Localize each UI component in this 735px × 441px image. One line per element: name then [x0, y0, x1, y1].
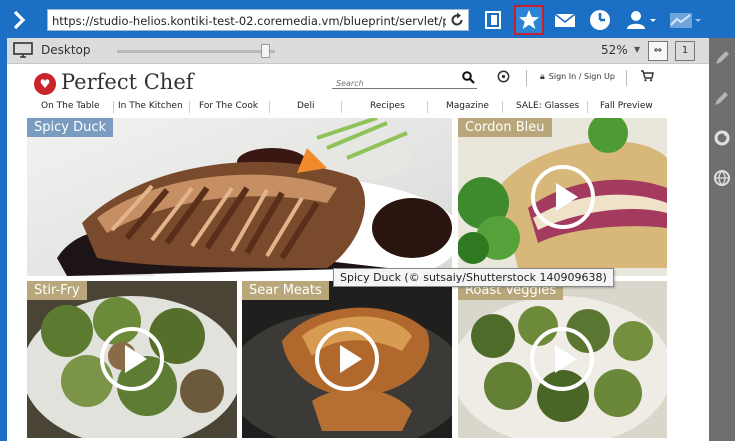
teaser-roast-veggies[interactable]: Roast Veggies: [458, 281, 667, 438]
header-divider: [626, 70, 627, 86]
mail-icon[interactable]: [550, 5, 580, 35]
chevron-down-icon[interactable]: ▼: [634, 45, 640, 54]
chevron-right-icon[interactable]: [8, 9, 30, 31]
chef-logo-icon: ♥: [34, 73, 56, 95]
right-panel-header: [709, 0, 735, 38]
nav-divider: [502, 101, 503, 113]
nav-divider: [427, 101, 428, 113]
lock-icon: 🔒︎: [540, 72, 545, 82]
site-preview: ♥ Perfect Chef 🔒︎Sign In / Sign Up On Th…: [7, 64, 709, 441]
fit-width-icon[interactable]: ⇔: [648, 41, 668, 61]
zoom-level[interactable]: 52%: [601, 43, 628, 57]
nav-item-on-the-table[interactable]: On The Table: [41, 101, 100, 111]
play-icon[interactable]: [100, 327, 164, 391]
nav-item-magazine[interactable]: Magazine: [446, 101, 489, 111]
header-divider: [526, 70, 527, 86]
page-icon[interactable]: [478, 5, 508, 35]
search-icon[interactable]: [462, 71, 475, 87]
nav-divider: [341, 101, 342, 113]
play-icon[interactable]: [530, 327, 594, 391]
tile-label-spicy-duck: Spicy Duck: [27, 118, 114, 137]
device-label[interactable]: Desktop: [41, 43, 91, 57]
site-search[interactable]: [332, 71, 477, 92]
nav-item-in-the-kitchen[interactable]: In The Kitchen: [118, 101, 183, 111]
app-window: Desktop 52% ▼ ⇔ 1 ♥ Perfect Chef 🔒︎Sign …: [0, 0, 735, 441]
zoom-slider[interactable]: [117, 50, 275, 53]
sync-icon[interactable]: [712, 128, 732, 148]
search-input[interactable]: [332, 75, 457, 92]
actual-size-icon[interactable]: 1: [675, 41, 695, 61]
url-bar[interactable]: [47, 9, 469, 31]
nav-divider: [113, 101, 114, 113]
nav-item-deli[interactable]: Deli: [297, 101, 314, 111]
nav-item-for-the-cook[interactable]: For The Cook: [199, 101, 258, 111]
star-icon[interactable]: [514, 5, 544, 35]
globe-settings-icon[interactable]: [712, 168, 732, 188]
category-nav: On The Table In The Kitchen For The Cook…: [34, 98, 666, 116]
pen-icon[interactable]: [712, 88, 732, 108]
spicy-duck-image: [27, 118, 452, 276]
teaser-stir-fry[interactable]: Stir-Fry: [27, 281, 237, 438]
signin-label: Sign In / Sign Up: [548, 72, 615, 81]
teaser-cordon-bleu[interactable]: Cordon Bleu: [458, 118, 667, 276]
url-input[interactable]: [48, 11, 446, 31]
nav-item-recipes[interactable]: Recipes: [370, 101, 405, 111]
monitor-icon[interactable]: [13, 42, 33, 58]
top-toolbar: [0, 0, 709, 38]
play-icon[interactable]: [315, 327, 379, 391]
nav-item-sale-glasses[interactable]: SALE: Glasses: [516, 101, 579, 111]
edit-icon[interactable]: [712, 48, 732, 68]
cart-icon[interactable]: [640, 69, 654, 86]
signin-link[interactable]: 🔒︎ Sign In / Sign Up: [540, 72, 615, 82]
right-side-panel: [709, 0, 735, 441]
play-icon[interactable]: [531, 165, 595, 229]
logo-text: Perfect Chef: [61, 70, 194, 94]
left-edge-strip: [0, 38, 7, 441]
teaser-spicy-duck[interactable]: Spicy Duck: [27, 118, 452, 276]
nav-divider: [587, 101, 588, 113]
tile-label-sear-meats: Sear Meats: [242, 281, 329, 300]
clock-icon[interactable]: [585, 5, 615, 35]
tile-label-stir-fry: Stir-Fry: [27, 281, 87, 300]
user-icon[interactable]: [622, 5, 660, 35]
preview-toolbar: Desktop 52% ▼ ⇔ 1: [7, 38, 709, 64]
nav-divider: [189, 101, 190, 113]
reload-icon[interactable]: [449, 11, 465, 29]
nav-divider: [269, 101, 270, 113]
zoom-slider-handle[interactable]: [261, 44, 270, 58]
image-tooltip: Spicy Duck (© sutsaiy/Shutterstock 14090…: [333, 268, 614, 287]
nav-item-fall-preview[interactable]: Fall Preview: [600, 101, 653, 111]
tile-label-cordon-bleu: Cordon Bleu: [458, 118, 552, 137]
teaser-sear-meats[interactable]: Sear Meats: [242, 281, 452, 438]
globe-icon[interactable]: [497, 70, 510, 86]
chart-icon[interactable]: [666, 5, 704, 35]
